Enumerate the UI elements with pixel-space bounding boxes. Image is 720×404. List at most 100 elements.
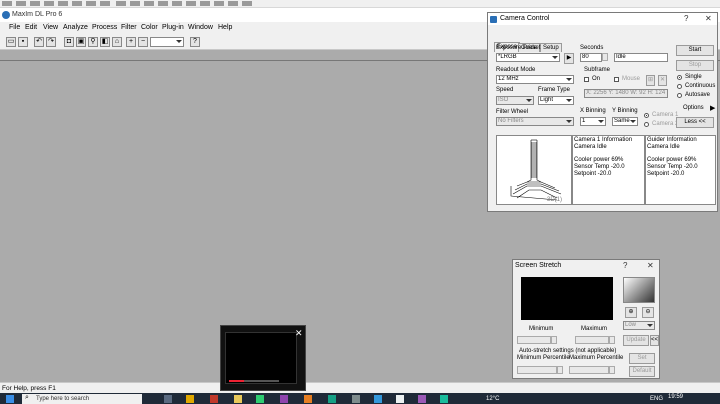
menu-edit[interactable]: Edit bbox=[25, 24, 37, 31]
app-icon-purple[interactable] bbox=[280, 395, 288, 403]
app-icon-red[interactable] bbox=[210, 395, 218, 403]
max-percentile-stepper[interactable] bbox=[609, 366, 615, 374]
stretch-close-icon[interactable]: ✕ bbox=[647, 261, 654, 270]
menu-filter[interactable]: Filter bbox=[121, 24, 137, 31]
stretch-zoom-out-icon[interactable]: ⊖ bbox=[642, 307, 654, 318]
stretch-expand-button[interactable]: << bbox=[650, 335, 659, 346]
video-progress-fill bbox=[229, 380, 244, 382]
maximum-input[interactable] bbox=[575, 336, 609, 344]
filter-wheel-select[interactable]: No Filters bbox=[496, 117, 574, 126]
seconds-input[interactable]: 80 bbox=[580, 53, 602, 62]
app-icon-blue[interactable] bbox=[374, 395, 382, 403]
x-binning-select[interactable]: 1 bbox=[580, 117, 606, 126]
menu-window[interactable]: Window bbox=[188, 24, 213, 31]
speed-select[interactable]: ISO bbox=[496, 96, 534, 105]
language-indicator: ENG bbox=[650, 396, 664, 402]
y-binning-select[interactable]: Same bbox=[612, 117, 638, 126]
minimum-input[interactable] bbox=[517, 336, 551, 344]
histogram-display[interactable] bbox=[521, 277, 613, 320]
video-preview-overlay: ✕ bbox=[220, 325, 306, 391]
mode-autosave-radio[interactable] bbox=[677, 93, 682, 98]
zoom-in-icon[interactable]: + bbox=[126, 37, 136, 47]
menu-view[interactable]: View bbox=[43, 24, 58, 31]
redo-icon[interactable]: ↷ bbox=[46, 37, 56, 47]
camera2-radio[interactable] bbox=[644, 122, 649, 127]
screen-stretch-icon[interactable]: ◧ bbox=[100, 37, 110, 47]
app-icon-white[interactable] bbox=[396, 395, 404, 403]
video-close-icon[interactable]: ✕ bbox=[295, 328, 303, 339]
options-arrow-icon[interactable]: ▶ bbox=[710, 104, 715, 112]
stretch-help-button[interactable]: ? bbox=[623, 261, 627, 270]
stretch-mode-select[interactable]: Low bbox=[623, 321, 655, 330]
camera1-radio[interactable] bbox=[644, 113, 649, 118]
mode-continuous-radio[interactable] bbox=[677, 84, 682, 89]
maxim-taskbar-icon[interactable] bbox=[440, 395, 448, 403]
close-icon[interactable]: ✕ bbox=[705, 14, 712, 23]
stretch-zoom-in-icon[interactable]: ⊕ bbox=[625, 307, 637, 318]
maximum-stepper[interactable] bbox=[609, 336, 615, 344]
task-view-icon[interactable] bbox=[164, 395, 172, 403]
menu-file[interactable]: File bbox=[9, 24, 20, 31]
camera1-sensor-temp: Sensor Temp -20.0 bbox=[574, 164, 625, 170]
video-frame[interactable] bbox=[225, 332, 297, 384]
mode-single-radio[interactable] bbox=[677, 75, 682, 80]
subframe-mouse-checkbox[interactable] bbox=[614, 77, 619, 82]
seconds-stepper[interactable] bbox=[602, 53, 608, 61]
taskbar-search-box[interactable]: ⌕ Type here to search bbox=[22, 394, 142, 404]
menu-process[interactable]: Process bbox=[92, 24, 117, 31]
camera1-setpoint: Setpoint -20.0 bbox=[574, 171, 612, 177]
menu-help[interactable]: Help bbox=[218, 24, 232, 31]
set-button[interactable]: Set bbox=[629, 353, 655, 364]
minimum-stepper[interactable] bbox=[551, 336, 557, 344]
max-percentile-input[interactable] bbox=[569, 366, 609, 374]
image-icon[interactable]: ▣ bbox=[76, 37, 86, 47]
subframe-on-checkbox[interactable] bbox=[584, 77, 589, 82]
min-percentile-input[interactable] bbox=[517, 366, 557, 374]
mode-continuous-label: Continuous bbox=[685, 83, 716, 89]
help-button[interactable]: ? bbox=[684, 14, 688, 23]
context-help-icon[interactable]: ? bbox=[190, 37, 200, 47]
zoom-select[interactable] bbox=[150, 37, 184, 47]
screen-stretch-window: Screen Stretch ? ✕ ⊕ ⊖ Minimum Maximum L… bbox=[512, 259, 660, 379]
folder-icon[interactable] bbox=[234, 395, 242, 403]
start-button[interactable]: Start bbox=[676, 45, 714, 56]
spotify-icon[interactable] bbox=[256, 395, 264, 403]
menu-color[interactable]: Color bbox=[141, 24, 158, 31]
min-percentile-stepper[interactable] bbox=[557, 366, 563, 374]
preset-next-icon[interactable]: ▶ bbox=[564, 53, 574, 64]
app-icon-teal[interactable] bbox=[328, 395, 336, 403]
video-progress-track[interactable] bbox=[229, 380, 279, 382]
zoom-out-icon[interactable]: − bbox=[138, 37, 148, 47]
telescope-icon[interactable]: ⚲ bbox=[88, 37, 98, 47]
stop-button[interactable]: Stop bbox=[676, 60, 714, 71]
tab-setup[interactable]: Setup bbox=[540, 43, 562, 52]
frame-type-select[interactable]: Light bbox=[538, 96, 574, 105]
undo-icon[interactable]: ↶ bbox=[34, 37, 44, 47]
save-icon[interactable]: ▪ bbox=[18, 37, 28, 47]
camera-window-icon bbox=[490, 16, 497, 23]
app-icon bbox=[2, 11, 10, 19]
subframe-full-icon[interactable]: ⊞ bbox=[646, 75, 655, 86]
exposure-preset-select[interactable]: *LRGB bbox=[496, 53, 560, 62]
min-percentile-label: Minimum Percentile bbox=[517, 355, 570, 361]
camera-icon[interactable]: ◘ bbox=[64, 37, 74, 47]
menu-plugin[interactable]: Plug-in bbox=[162, 24, 184, 31]
app-icon-violet[interactable] bbox=[418, 395, 426, 403]
update-button[interactable]: Update bbox=[623, 335, 649, 346]
default-button[interactable]: Default bbox=[629, 366, 655, 377]
less-button[interactable]: Less << bbox=[676, 117, 714, 128]
open-icon[interactable]: ▭ bbox=[6, 37, 16, 47]
menu-analyze[interactable]: Analyze bbox=[63, 24, 88, 31]
subframe-mouse-label: Mouse bbox=[622, 76, 641, 82]
subframe-clear-icon[interactable]: ✕ bbox=[658, 75, 667, 86]
observatory-icon[interactable]: ⌂ bbox=[112, 37, 122, 47]
clock: 19:59 bbox=[668, 394, 684, 400]
options-button[interactable]: Options bbox=[683, 105, 704, 111]
app-icon-gray[interactable] bbox=[352, 395, 360, 403]
readout-mode-select[interactable]: 12 MHz bbox=[496, 75, 574, 84]
guider-cooler: Cooler power 69% bbox=[647, 157, 697, 163]
app-icon-orange[interactable] bbox=[304, 395, 312, 403]
windows-start-icon[interactable] bbox=[6, 395, 14, 403]
explorer-icon[interactable] bbox=[186, 395, 194, 403]
status-bar: For Help, press F1 bbox=[0, 382, 720, 393]
